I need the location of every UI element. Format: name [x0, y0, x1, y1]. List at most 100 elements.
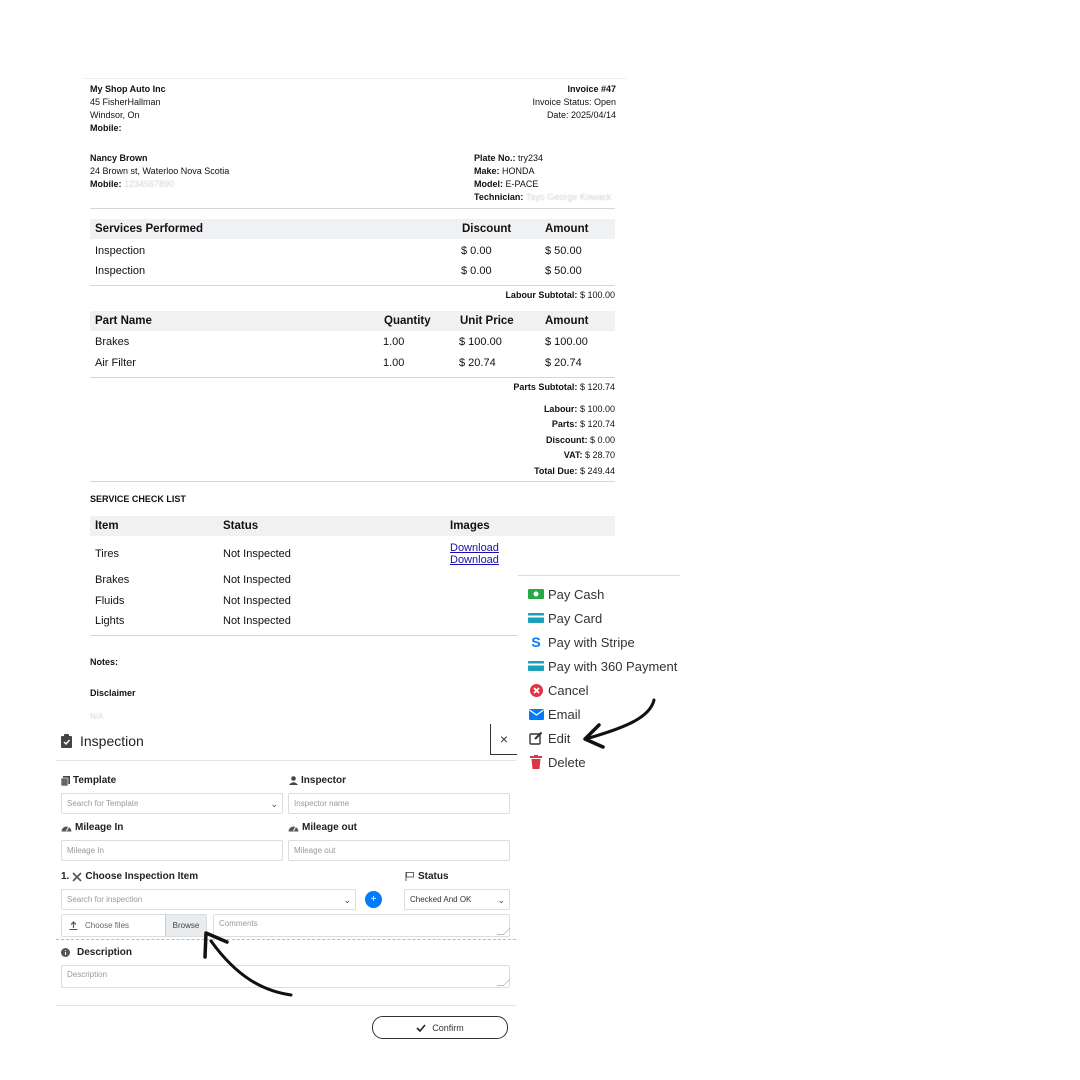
total-value: $ 28.70: [584, 450, 615, 461]
user-icon: [289, 776, 298, 785]
notes-label: Notes:: [90, 656, 118, 669]
close-button[interactable]: ×: [490, 724, 517, 755]
description-placeholder: Description: [67, 970, 108, 979]
cash-icon: [528, 586, 544, 602]
gauge-icon: [288, 826, 299, 832]
mileage-in-label: Mileage In: [61, 822, 123, 833]
download-link[interactable]: Download: [450, 542, 499, 554]
menu-item-pay-stripe[interactable]: S Pay with Stripe: [528, 632, 635, 652]
checklist-status: Not Inspected: [223, 595, 291, 607]
inspector-label: Inspector: [289, 775, 346, 786]
menu-item-email[interactable]: Email: [528, 704, 581, 724]
checklist-header: Item Status Images: [90, 516, 615, 536]
plus-icon: +: [370, 894, 377, 905]
vehicle-info: Plate No.: try234 Make: HONDA Model: E-P…: [474, 152, 634, 204]
menu-item-label: Pay Cash: [548, 586, 605, 602]
total-value: $ 249.44: [579, 465, 615, 476]
parts-subtotal-label: Parts Subtotal:: [513, 382, 578, 392]
service-discount: $ 0.00: [461, 245, 492, 257]
inspector-input[interactable]: Inspector name: [288, 793, 510, 814]
inspection-item-select[interactable]: Search for inspection ⌄: [61, 889, 356, 910]
part-amount: $ 20.74: [545, 357, 582, 369]
parts-subtotal-value: $ 120.74: [579, 382, 615, 392]
service-discount: $ 0.00: [461, 265, 492, 277]
choose-item-label: 1. Choose Inspection Item: [61, 871, 198, 882]
checklist-item: Lights: [95, 615, 125, 627]
service-name: Inspection: [95, 265, 146, 277]
divider: [90, 377, 615, 378]
confirm-button[interactable]: Confirm: [372, 1016, 508, 1039]
template-placeholder: Search for Template: [67, 799, 139, 808]
invoice-status: Invoice Status: Open: [532, 97, 616, 107]
customer-name: Nancy Brown: [90, 153, 148, 163]
part-name: Air Filter: [95, 357, 136, 369]
part-unit-price: $ 100.00: [459, 336, 502, 348]
parts-col-name: Part Name: [95, 315, 152, 327]
mileage-out-label: Mileage out: [288, 822, 357, 833]
add-item-button[interactable]: +: [365, 891, 382, 908]
services-col-discount: Discount: [462, 223, 512, 235]
customer-mobile-value: 1234567890: [124, 179, 175, 189]
close-icon: ×: [499, 731, 509, 747]
menu-item-pay-cash[interactable]: Pay Cash: [528, 584, 604, 604]
checklist-title: SERVICE CHECK LIST: [90, 493, 186, 506]
checklist-item: Brakes: [95, 574, 130, 586]
menu-item-label: Edit: [548, 730, 571, 746]
shop-address-1: 45 FisherHallman: [90, 97, 161, 107]
check-icon: [416, 1023, 426, 1032]
total-line: Total Due: $ 249.44: [415, 464, 615, 479]
total-value: $ 100.00: [579, 404, 615, 414]
choose-item-text: Choose Inspection Item: [85, 871, 199, 882]
download-link[interactable]: Download: [450, 554, 499, 566]
services-header: Services Performed Discount Amount: [90, 219, 615, 239]
total-label: Parts:: [551, 419, 578, 430]
parts-col-unit-price: Unit Price: [460, 315, 514, 327]
plate-value: try234: [518, 153, 544, 163]
mileage-out-placeholder: Mileage out: [294, 846, 336, 855]
template-select[interactable]: Search for Template ⌄: [61, 793, 283, 814]
total-label: Discount:: [545, 434, 588, 445]
choose-files-text: Choose files: [85, 921, 130, 930]
modal-header-divider: [56, 760, 516, 761]
status-select[interactable]: Checked And OK ⌄: [404, 889, 510, 910]
make-value: HONDA: [502, 166, 535, 176]
shop-mobile-label: Mobile:: [90, 123, 122, 133]
service-amount: $ 50.00: [545, 245, 582, 257]
cancel-icon: [528, 682, 544, 698]
template-label-text: Template: [73, 775, 117, 786]
parts-subtotal: Parts Subtotal: $ 120.74: [415, 381, 615, 394]
mileage-out-label-text: Mileage out: [302, 822, 358, 833]
card-icon: [528, 658, 544, 674]
annotation-arrow-edit: [583, 698, 656, 749]
menu-item-label: Delete: [548, 754, 586, 770]
menu-item-label: Pay with Stripe: [548, 634, 635, 650]
disclaimer-label: Disclaimer: [90, 687, 136, 700]
menu-item-edit[interactable]: Edit: [528, 728, 570, 748]
checklist-title-text: SERVICE CHECK LIST: [90, 494, 186, 504]
step-number: 1.: [61, 871, 70, 882]
menu-item-pay-360[interactable]: Pay with 360 Payment: [528, 656, 677, 676]
menu-item-label: Pay Card: [548, 610, 603, 626]
chevron-down-icon: ⌄: [343, 895, 351, 905]
services-col-amount: Amount: [545, 223, 589, 235]
description-label-text: Description: [77, 947, 133, 958]
parts-header: Part Name Quantity Unit Price Amount: [90, 311, 615, 331]
total-line: Discount: $ 0.00: [415, 433, 615, 448]
file-upload[interactable]: Choose files Browse: [61, 914, 207, 937]
total-line: Labour: $ 100.00: [415, 402, 615, 417]
checklist-status: Not Inspected: [223, 574, 291, 586]
description-label: Description: [61, 947, 132, 958]
checklist-col-item: Item: [95, 520, 119, 532]
menu-item-delete[interactable]: Delete: [528, 752, 586, 772]
parts-col-quantity: Quantity: [384, 315, 431, 327]
menu-item-pay-card[interactable]: Pay Card: [528, 608, 602, 628]
inspection-item-placeholder: Search for inspection: [67, 895, 143, 904]
info-icon: [61, 948, 70, 957]
mileage-out-input[interactable]: Mileage out: [288, 840, 510, 861]
envelope-icon: [528, 706, 544, 722]
divider: [90, 481, 615, 482]
total-label: VAT:: [563, 450, 583, 461]
parts-col-amount: Amount: [545, 315, 589, 327]
mileage-in-input[interactable]: Mileage In: [61, 840, 283, 861]
tools-icon: [72, 871, 82, 882]
